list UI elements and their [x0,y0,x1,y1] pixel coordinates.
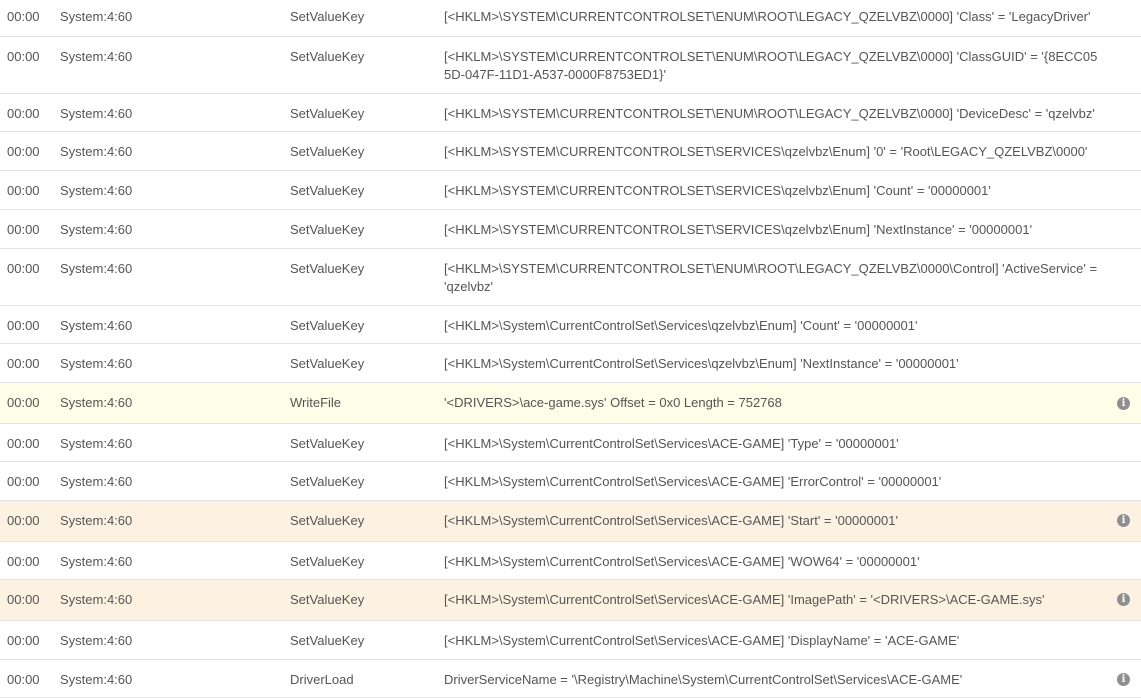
row-detail: '<DRIVERS>\ace-game.sys' Offset = 0x0 Le… [444,395,782,410]
row-time: 00:00 [7,436,40,451]
row-process: System:4:60 [60,261,133,276]
row-process: System:4:60 [60,356,133,371]
row-time: 00:00 [7,474,40,489]
row-operation: WriteFile [290,395,342,410]
row-detail: [<HKLM>\SYSTEM\CURRENTCONTROLSET\ENUM\RO… [444,9,1091,24]
row-time: 00:00 [7,222,40,237]
row-operation: SetValueKey [290,9,365,24]
row-operation: SetValueKey [290,513,365,528]
log-row[interactable]: 00:00 System:4:60 SetValueKey [<HKLM>\Syste… [0,580,1141,621]
row-detail: [<HKLM>\System\CurrentControlSet\Service… [444,474,942,489]
log-row[interactable]: 00:00 System:4:60 SetValueKey [<HKLM>\SYSTE… [0,94,1141,132]
row-operation: SetValueKey [290,49,365,64]
row-process: System:4:60 [60,633,133,648]
log-row[interactable]: 00:00 System:4:60 SetValueKey [<HKLM>\SYSTE… [0,249,1141,306]
row-operation: SetValueKey [290,106,365,121]
row-detail: [<HKLM>\System\CurrentControlSet\Service… [444,513,898,528]
row-time: 00:00 [7,672,40,687]
row-process: System:4:60 [60,554,133,569]
row-process: System:4:60 [60,474,133,489]
row-detail: DriverServiceName = '\Registry\Machine\S… [444,672,963,687]
row-detail: [<HKLM>\System\CurrentControlSet\Service… [444,318,918,333]
log-row[interactable]: 00:00 System:4:60 SetValueKey [<HKLM>\Syste… [0,621,1141,660]
row-operation: SetValueKey [290,474,365,489]
row-process: System:4:60 [60,436,133,451]
log-row[interactable]: 00:00 System:4:60 SetValueKey [<HKLM>\Syste… [0,344,1141,383]
row-operation: SetValueKey [290,144,365,159]
row-time: 00:00 [7,592,40,607]
info-icon[interactable]: i [1117,593,1130,606]
row-process: System:4:60 [60,513,133,528]
log-row[interactable]: 00:00 System:4:60 WriteFile '<DRIVERS>\ace-… [0,383,1141,424]
row-operation: DriverLoad [290,672,354,687]
row-detail: [<HKLM>\SYSTEM\CURRENTCONTROLSET\SERVICE… [444,222,1033,237]
info-icon[interactable]: i [1117,514,1130,527]
row-time: 00:00 [7,49,40,64]
row-detail: [<HKLM>\System\CurrentControlSet\Service… [444,633,960,648]
info-icon[interactable]: i [1117,397,1130,410]
row-operation: SetValueKey [290,318,365,333]
log-row[interactable]: 00:00 System:4:60 SetValueKey [<HKLM>\SYSTE… [0,0,1141,37]
log-row[interactable]: 00:00 System:4:60 DriverLoad DriverServiceN… [0,660,1141,698]
row-detail: [<HKLM>\SYSTEM\CURRENTCONTROLSET\ENUM\RO… [444,49,1098,82]
log-row[interactable]: 00:00 System:4:60 SetValueKey [<HKLM>\SYSTE… [0,171,1141,210]
row-process: System:4:60 [60,318,133,333]
row-time: 00:00 [7,633,40,648]
row-time: 00:00 [7,106,40,121]
row-process: System:4:60 [60,592,133,607]
log-row[interactable]: 00:00 System:4:60 SetValueKey [<HKLM>\Syste… [0,462,1141,501]
row-operation: SetValueKey [290,554,365,569]
row-operation: SetValueKey [290,592,365,607]
log-row[interactable]: 00:00 System:4:60 SetValueKey [<HKLM>\SYSTE… [0,210,1141,249]
info-icon[interactable]: i [1117,673,1130,686]
row-operation: SetValueKey [290,183,365,198]
log-row[interactable]: 00:00 System:4:60 SetValueKey [<HKLM>\Syste… [0,501,1141,542]
row-operation: SetValueKey [290,356,365,371]
row-detail: [<HKLM>\System\CurrentControlSet\Service… [444,356,959,371]
row-time: 00:00 [7,395,40,410]
log-row[interactable]: 00:00 System:4:60 SetValueKey [<HKLM>\SYSTE… [0,37,1141,94]
row-time: 00:00 [7,183,40,198]
row-operation: SetValueKey [290,261,365,276]
row-process: System:4:60 [60,672,133,687]
row-time: 00:00 [7,144,40,159]
behavior-log-table: 00:00 System:4:60 SetValueKey [<HKLM>\SYSTE… [0,0,1141,698]
row-time: 00:00 [7,9,40,24]
row-process: System:4:60 [60,49,133,64]
row-time: 00:00 [7,261,40,276]
row-detail: [<HKLM>\SYSTEM\CURRENTCONTROLSET\ENUM\RO… [444,261,1098,294]
row-operation: SetValueKey [290,222,365,237]
row-detail: [<HKLM>\System\CurrentControlSet\Service… [444,436,899,451]
log-row[interactable]: 00:00 System:4:60 SetValueKey [<HKLM>\Syste… [0,306,1141,344]
row-detail: [<HKLM>\System\CurrentControlSet\Service… [444,592,1045,607]
row-detail: [<HKLM>\SYSTEM\CURRENTCONTROLSET\ENUM\RO… [444,106,1095,121]
row-detail: [<HKLM>\System\CurrentControlSet\Service… [444,554,920,569]
log-row[interactable]: 00:00 System:4:60 SetValueKey [<HKLM>\Syste… [0,424,1141,462]
row-process: System:4:60 [60,144,133,159]
row-operation: SetValueKey [290,436,365,451]
log-row[interactable]: 00:00 System:4:60 SetValueKey [<HKLM>\SYSTE… [0,132,1141,171]
row-process: System:4:60 [60,106,133,121]
row-process: System:4:60 [60,395,133,410]
row-time: 00:00 [7,318,40,333]
row-process: System:4:60 [60,9,133,24]
row-time: 00:00 [7,356,40,371]
row-detail: [<HKLM>\SYSTEM\CURRENTCONTROLSET\SERVICE… [444,144,1088,159]
log-row[interactable]: 00:00 System:4:60 SetValueKey [<HKLM>\Syste… [0,542,1141,580]
row-detail: [<HKLM>\SYSTEM\CURRENTCONTROLSET\SERVICE… [444,183,991,198]
row-time: 00:00 [7,513,40,528]
row-process: System:4:60 [60,183,133,198]
row-operation: SetValueKey [290,633,365,648]
row-time: 00:00 [7,554,40,569]
row-process: System:4:60 [60,222,133,237]
